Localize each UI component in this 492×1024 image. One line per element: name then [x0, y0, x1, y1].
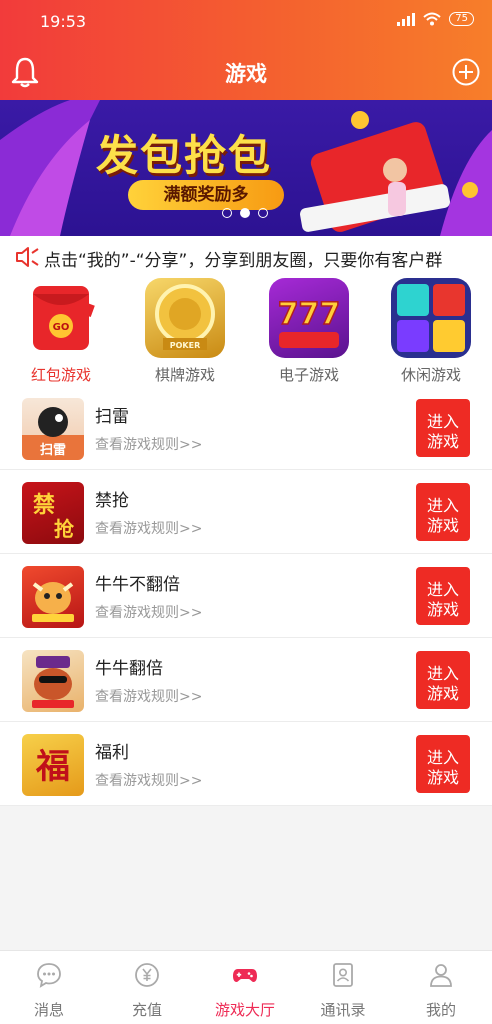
pager-dot-active[interactable] [240, 208, 250, 218]
thumb-text: 扫雷 [40, 442, 66, 458]
svg-text:抢: 抢 [54, 517, 75, 541]
game-rules-link[interactable]: 查看游戏规则>> [95, 686, 202, 706]
speaker-icon [16, 247, 39, 267]
game-name: 福利 [95, 743, 129, 763]
list-item[interactable]: 牛牛翻倍 查看游戏规则>> 进入 游戏 [0, 638, 492, 722]
tab-game-hall[interactable]: 游戏大厅 [196, 951, 294, 1024]
category-label: 红包游戏 [30, 366, 91, 384]
svg-text:GO: GO [53, 322, 70, 333]
status-bar: 19:53 75 [0, 0, 492, 40]
game-thumbnail: 禁 抢 [22, 482, 84, 544]
enter-game-button[interactable]: 进入 游戏 [416, 735, 470, 793]
category-label: 棋牌游戏 [154, 366, 215, 384]
tab-label: 我的 [425, 1001, 456, 1019]
game-name: 扫雷 [95, 407, 129, 427]
enter-game-button[interactable]: 进入 游戏 [416, 483, 470, 541]
gem-blocks-icon [391, 278, 471, 358]
pager-dot[interactable] [258, 208, 268, 218]
game-name: 牛牛翻倍 [95, 659, 163, 679]
banner-pager[interactable] [222, 208, 268, 218]
slot-777-icon: 777 [269, 278, 349, 358]
wifi-icon [423, 12, 441, 26]
app-header: 19:53 75 游戏 [0, 0, 492, 100]
yuan-coin-icon [135, 963, 159, 987]
banner-title: 发包抢包 [96, 131, 273, 180]
game-name: 牛牛不翻倍 [95, 575, 180, 595]
game-thumbnail: 福 [22, 734, 84, 796]
game-list: 扫雷 扫雷 查看游戏规则>> 进入 游戏 禁 抢 禁抢 查看游戏规则>> 进入 游戏… [0, 386, 492, 806]
game-rules-link[interactable]: 查看游戏规则>> [95, 434, 202, 454]
tab-label: 游戏大厅 [214, 1001, 275, 1019]
enter-game-button[interactable]: 进入 游戏 [416, 567, 470, 625]
status-icons: 75 [397, 12, 474, 26]
chat-bubble-icon [37, 963, 61, 988]
list-item[interactable]: 扫雷 扫雷 查看游戏规则>> 进入 游戏 [0, 386, 492, 470]
category-casual[interactable]: 休闲游戏 [376, 278, 486, 386]
gamepad-icon [233, 969, 257, 982]
tab-label: 充值 [131, 1001, 162, 1019]
list-item[interactable]: 福 福利 查看游戏规则>> 进入 游戏 [0, 722, 492, 806]
contacts-icon [333, 963, 353, 987]
game-thumbnail [22, 650, 84, 712]
thumb-text: 福 [35, 747, 70, 787]
category-chess-cards[interactable]: POKER 棋牌游戏 [130, 278, 240, 386]
tab-contacts[interactable]: 通讯录 [294, 951, 392, 1024]
add-plus-icon[interactable] [452, 58, 480, 86]
page-title: 游戏 [225, 62, 267, 86]
status-time: 19:53 [40, 12, 87, 31]
signal-icon [397, 12, 416, 26]
game-rules-link[interactable]: 查看游戏规则>> [95, 770, 202, 790]
svg-text:禁: 禁 [33, 492, 55, 518]
tab-messages[interactable]: 消息 [0, 951, 98, 1024]
tab-label: 消息 [33, 1001, 64, 1019]
category-electronic[interactable]: 777 电子游戏 [254, 278, 364, 386]
battery-icon: 75 [449, 12, 474, 26]
enter-game-button[interactable]: 进入 游戏 [416, 399, 470, 457]
banner-subtitle: 满额奖励多 [128, 180, 284, 210]
game-thumbnail [22, 566, 84, 628]
tab-me[interactable]: 我的 [392, 951, 490, 1024]
svg-text:777: 777 [278, 297, 341, 332]
category-row: GO 红包游戏 POKER 棋牌游戏 777 电子游戏 休闲游戏 [0, 278, 492, 386]
svg-text:POKER: POKER [170, 341, 201, 350]
game-rules-link[interactable]: 查看游戏规则>> [95, 518, 202, 538]
category-label: 休闲游戏 [400, 366, 461, 384]
red-envelope-icon: GO [21, 278, 101, 358]
poker-chip-icon: POKER [145, 278, 225, 358]
tab-recharge[interactable]: 充值 [98, 951, 196, 1024]
list-item[interactable]: 禁 抢 禁抢 查看游戏规则>> 进入 游戏 [0, 470, 492, 554]
game-name: 禁抢 [95, 491, 129, 511]
enter-game-button[interactable]: 进入 游戏 [416, 651, 470, 709]
notice-marquee: 点击“我的”-“分享”，分享到朋友圈，只要你有客户群 [0, 236, 492, 278]
game-rules-link[interactable]: 查看游戏规则>> [95, 602, 202, 622]
list-item[interactable]: 牛牛不翻倍 查看游戏规则>> 进入 游戏 [0, 554, 492, 638]
notice-text: 点击“我的”-“分享”，分享到朋友圈，只要你有客户群 [44, 251, 443, 271]
tab-label: 通讯录 [320, 1001, 366, 1019]
game-thumbnail: 扫雷 [22, 398, 84, 460]
category-red-envelope[interactable]: GO 红包游戏 [6, 278, 116, 386]
bottom-tab-bar: 消息 充值 游戏大厅 通讯录 我的 [0, 950, 492, 1024]
person-icon [430, 964, 452, 987]
pager-dot[interactable] [222, 208, 232, 218]
category-label: 电子游戏 [278, 366, 339, 384]
